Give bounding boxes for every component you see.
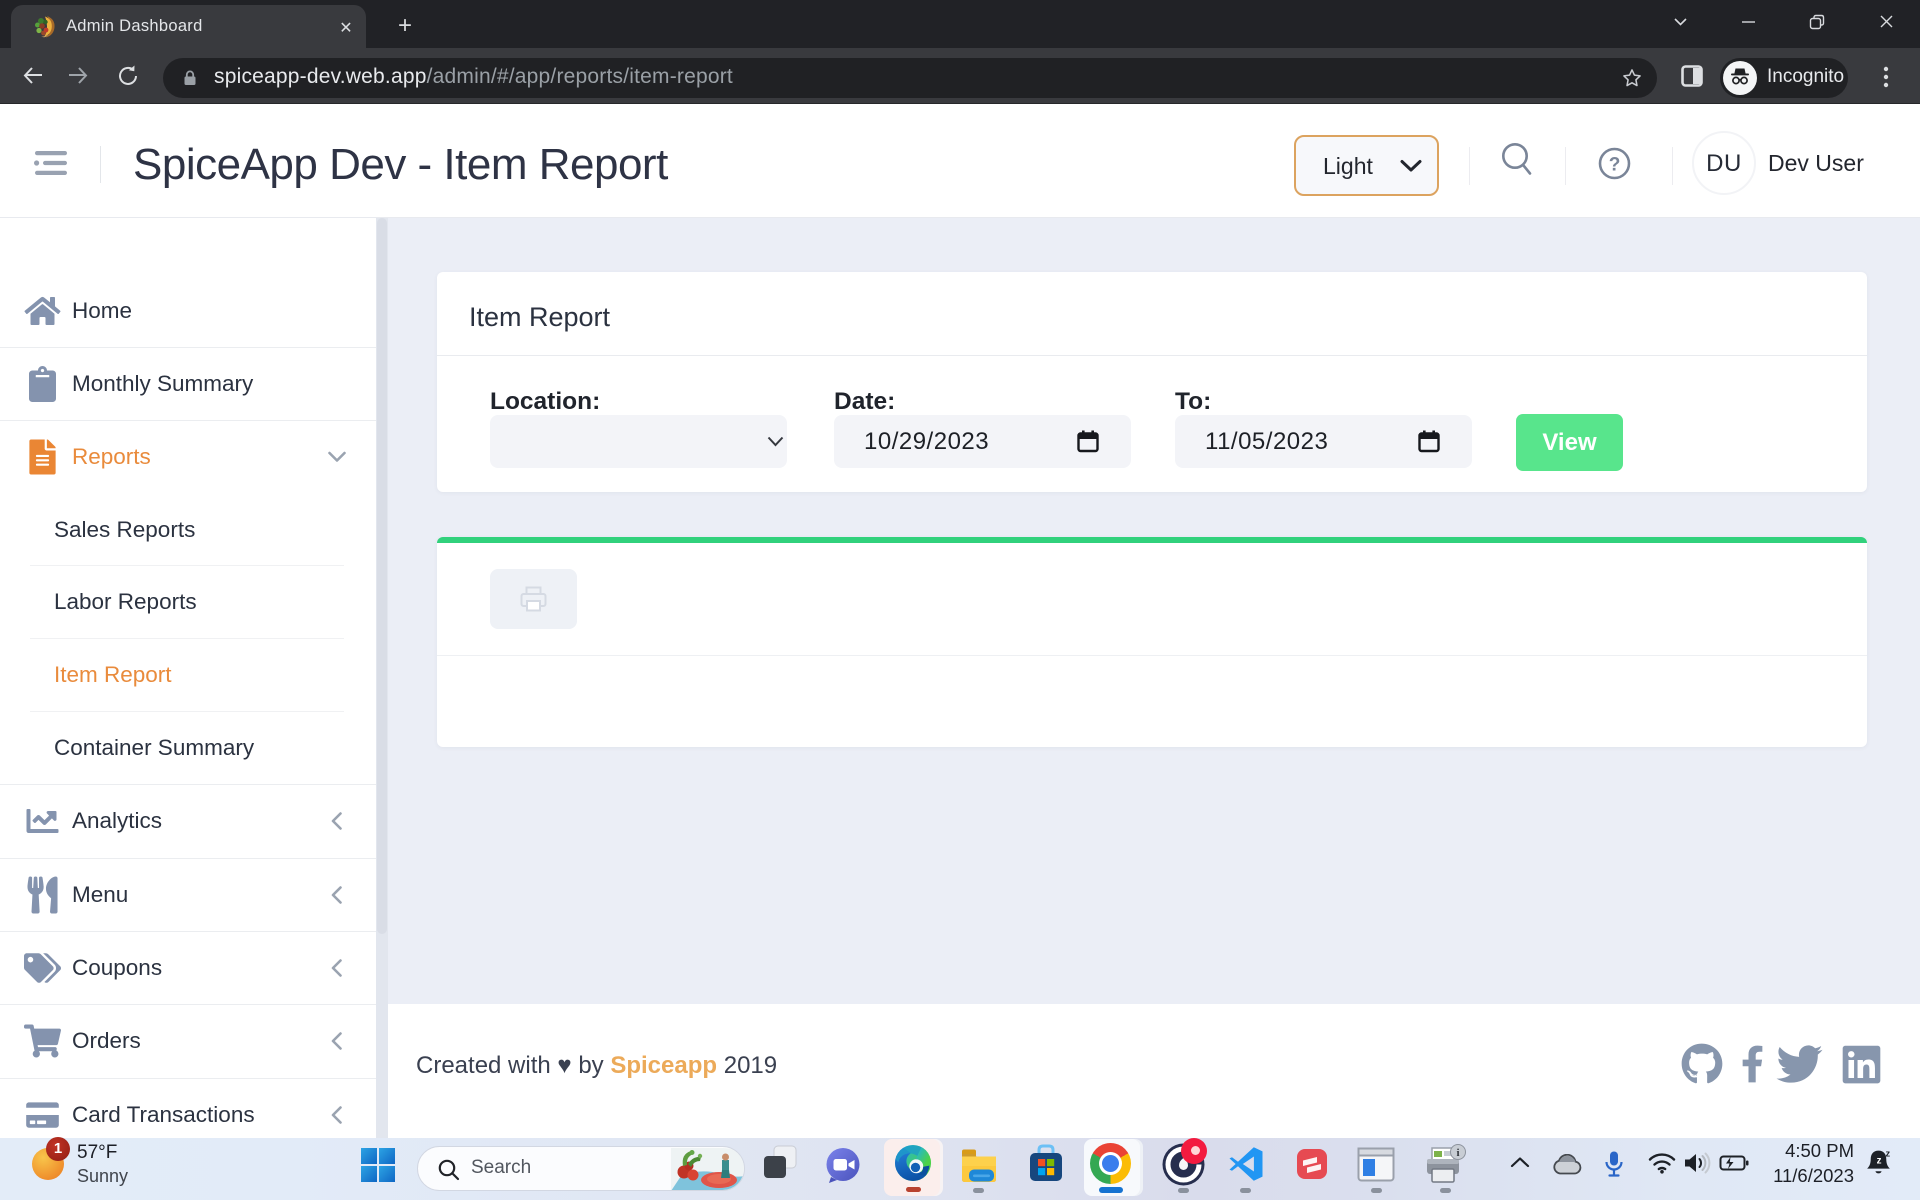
svg-text:z: z [1877,1156,1882,1167]
svg-text:i: i [1456,1147,1459,1159]
svg-text:z: z [1885,1148,1890,1158]
svg-text:?: ? [1609,155,1621,176]
